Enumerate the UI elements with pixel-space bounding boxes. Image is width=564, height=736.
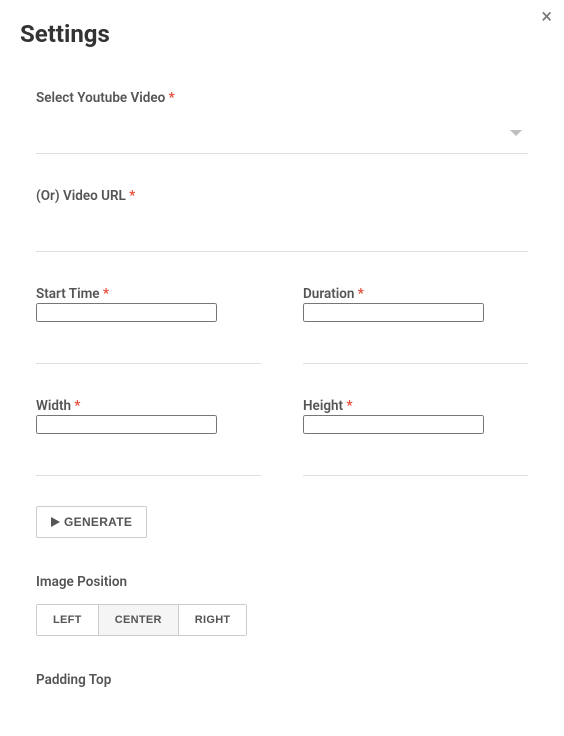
start-time-label: Start Time * bbox=[36, 286, 261, 302]
generate-button[interactable]: GENERATE bbox=[36, 506, 147, 538]
padding-top-input[interactable] bbox=[36, 688, 528, 736]
width-label-text: Width bbox=[36, 398, 71, 414]
select-video-label: Select Youtube Video * bbox=[36, 90, 528, 106]
select-video-label-text: Select Youtube Video bbox=[36, 90, 165, 106]
image-position-center[interactable]: CENTER bbox=[99, 605, 179, 635]
width-input[interactable] bbox=[36, 415, 217, 434]
required-marker: * bbox=[103, 286, 109, 302]
image-position-label: Image Position bbox=[36, 574, 528, 590]
image-position-left[interactable]: LEFT bbox=[37, 605, 99, 635]
video-url-label-text: (Or) Video URL bbox=[36, 188, 126, 204]
height-label-text: Height bbox=[303, 398, 343, 414]
start-time-label-text: Start Time bbox=[36, 286, 100, 302]
duration-label-text: Duration bbox=[303, 286, 354, 302]
image-position-right[interactable]: RIGHT bbox=[179, 605, 247, 635]
required-marker: * bbox=[169, 90, 175, 106]
required-marker: * bbox=[358, 286, 364, 302]
image-position-group: LEFT CENTER RIGHT bbox=[36, 604, 247, 636]
page-title: Settings bbox=[20, 0, 544, 56]
select-video-dropdown[interactable] bbox=[36, 106, 528, 154]
close-icon: × bbox=[541, 4, 552, 28]
close-button[interactable]: × bbox=[541, 6, 552, 26]
duration-input[interactable] bbox=[303, 303, 484, 322]
height-input[interactable] bbox=[303, 415, 484, 434]
start-time-input[interactable] bbox=[36, 303, 217, 322]
generate-button-label: GENERATE bbox=[64, 515, 132, 529]
required-marker: * bbox=[346, 398, 352, 414]
padding-top-label: Padding Top bbox=[36, 672, 528, 688]
select-video-value bbox=[36, 106, 528, 153]
height-label: Height * bbox=[303, 398, 528, 414]
play-icon bbox=[51, 517, 60, 527]
required-marker: * bbox=[74, 398, 80, 414]
video-url-label: (Or) Video URL * bbox=[36, 188, 528, 204]
video-url-input[interactable] bbox=[36, 204, 528, 251]
width-label: Width * bbox=[36, 398, 261, 414]
required-marker: * bbox=[129, 188, 135, 204]
duration-label: Duration * bbox=[303, 286, 528, 302]
